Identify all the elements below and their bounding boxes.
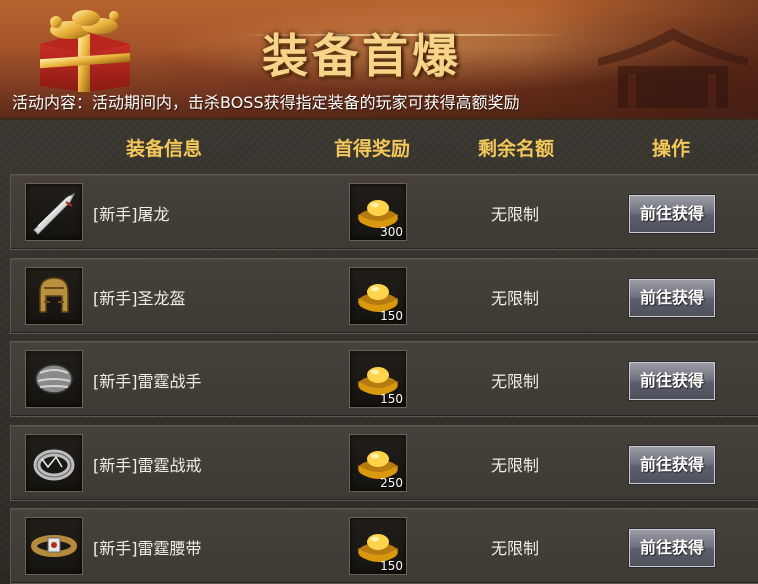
sword-icon: [33, 192, 76, 235]
page-title: 装备首爆: [262, 29, 462, 83]
reward-slot[interactable]: 150: [349, 350, 407, 408]
bracer-icon: [35, 364, 73, 394]
item-name: [新手]雷霆腰带: [93, 539, 202, 558]
remaining-quota: 无限制: [491, 372, 540, 391]
go-obtain-button[interactable]: 前往获得: [628, 445, 716, 485]
reward-slot[interactable]: 150: [349, 517, 407, 575]
reward-slot[interactable]: 150: [349, 267, 407, 325]
item-name: [新手]雷霆战手: [93, 372, 202, 391]
table-row: [新手]屠龙 300 无限制 前往获得: [10, 174, 758, 250]
go-obtain-button[interactable]: 前往获得: [628, 194, 716, 234]
item-slot[interactable]: [25, 517, 83, 575]
reward-count: 150: [380, 392, 403, 406]
go-obtain-button[interactable]: 前往获得: [628, 528, 716, 568]
table-row: [新手]圣龙盔 150 无限制 前往获得: [10, 258, 758, 334]
table-row: [新手]雷霆战戒 250 无限制 前往获得: [10, 425, 758, 501]
column-header-reward: 首得奖励: [334, 138, 411, 160]
item-slot[interactable]: [25, 350, 83, 408]
item-slot[interactable]: [25, 267, 83, 325]
reward-count: 250: [380, 476, 403, 490]
table-row: [新手]雷霆腰带 150 无限制 前往获得: [10, 508, 758, 584]
ring-icon: [33, 449, 75, 481]
palace-roof-icon: [598, 28, 748, 108]
reward-count: 150: [380, 309, 403, 323]
item-slot[interactable]: [25, 434, 83, 492]
item-name: [新手]雷霆战戒: [93, 456, 202, 475]
reward-count: 300: [380, 225, 403, 239]
helmet-icon: [39, 277, 69, 313]
event-description: 活动内容：活动期间内，击杀BOSS获得指定装备的玩家可获得高额奖励: [12, 93, 520, 112]
go-obtain-button[interactable]: 前往获得: [628, 361, 716, 401]
item-name: [新手]屠龙: [93, 205, 170, 224]
item-name: [新手]圣龙盔: [93, 289, 186, 308]
column-header-equipment: 装备信息: [126, 138, 203, 160]
remaining-quota: 无限制: [491, 205, 540, 224]
remaining-quota: 无限制: [491, 456, 540, 475]
remaining-quota: 无限制: [491, 289, 540, 308]
column-header-action: 操作: [652, 138, 691, 160]
gift-box-icon: [40, 10, 130, 92]
belt-icon: [31, 535, 77, 557]
item-slot[interactable]: [25, 183, 83, 241]
reward-slot[interactable]: 300: [349, 183, 407, 241]
event-banner: 装备首爆 活动内容：活动期间内，击杀BOSS获得指定装备的玩家可获得高额奖励: [0, 0, 758, 120]
column-header-remaining: 剩余名额: [478, 138, 555, 160]
table-row: [新手]雷霆战手 150 无限制 前往获得: [10, 341, 758, 417]
remaining-quota: 无限制: [491, 539, 540, 558]
reward-count: 150: [380, 559, 403, 573]
go-obtain-button[interactable]: 前往获得: [628, 278, 716, 318]
reward-slot[interactable]: 250: [349, 434, 407, 492]
